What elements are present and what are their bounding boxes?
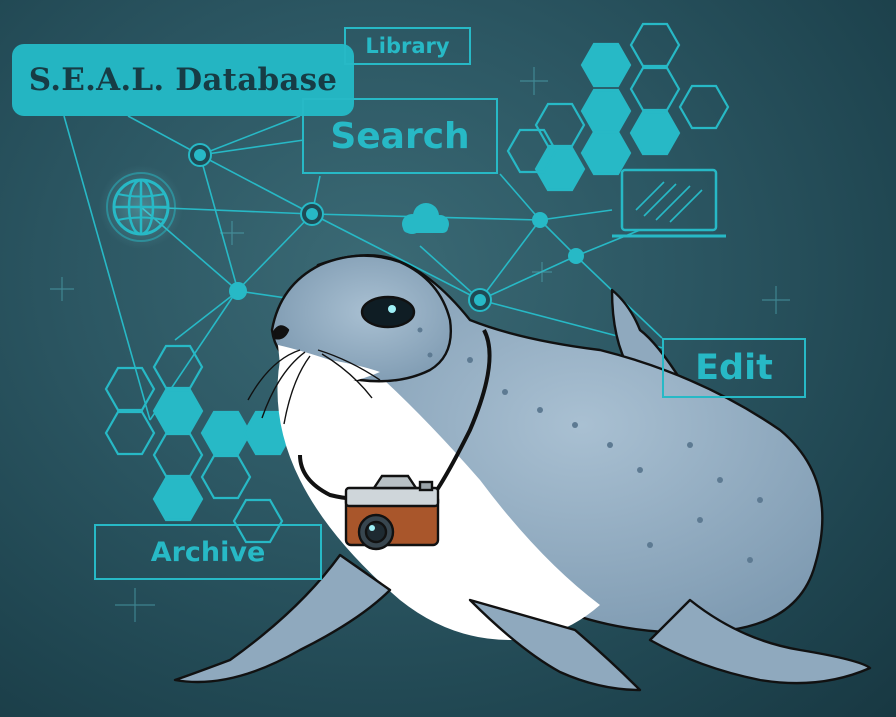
archive-label: Archive — [94, 524, 322, 580]
cloud-icon — [402, 203, 449, 234]
library-label: Library — [344, 27, 471, 65]
hexagon-cluster-top — [506, 22, 730, 192]
page-title: S.E.A.L. Database — [28, 62, 338, 98]
edit-label: Edit — [662, 338, 806, 398]
globe-icon — [99, 165, 183, 249]
search-label: Search — [302, 98, 498, 174]
laptop-icon — [612, 168, 726, 238]
illustration: S.E.A.L. Database Library Search Edit Ar… — [0, 0, 896, 717]
camera-icon — [344, 474, 440, 551]
seal-illustration — [173, 254, 872, 692]
